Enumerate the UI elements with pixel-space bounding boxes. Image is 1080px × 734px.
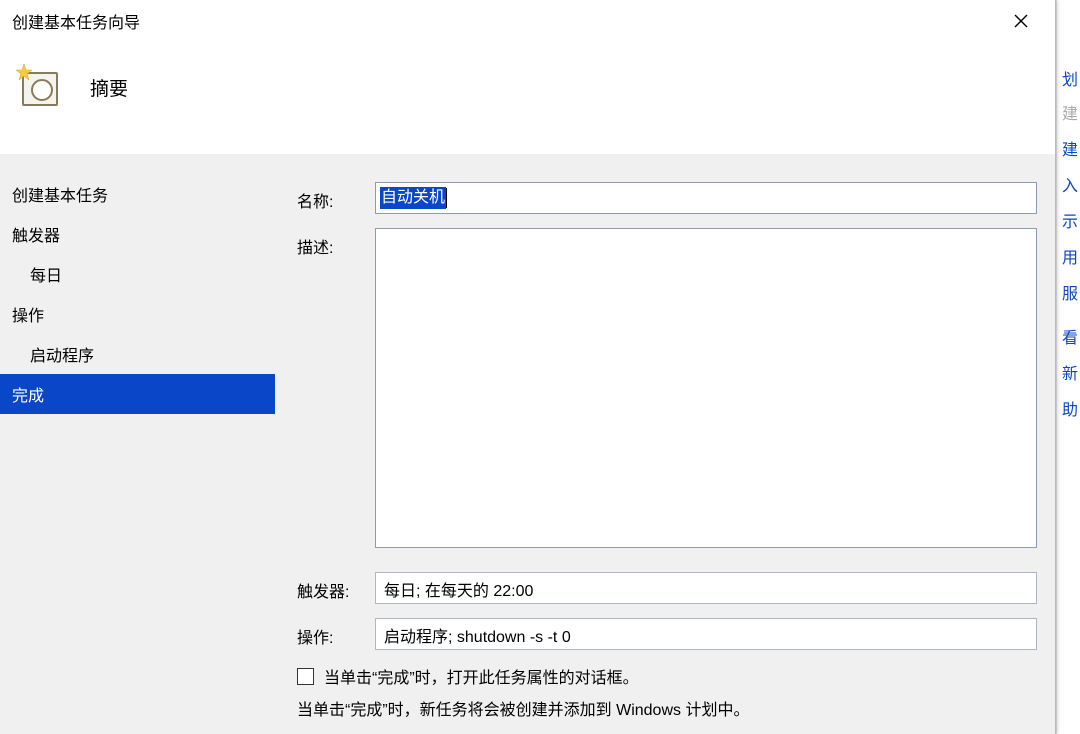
open-properties-checkbox-row: 当单击“完成”时，打开此任务属性的对话框。 (297, 664, 1037, 688)
page-title: 摘要 (90, 66, 128, 101)
window-title: 创建基本任务向导 (12, 9, 140, 33)
sidebar-step-action[interactable]: 操作 (0, 294, 275, 334)
bg-frag[interactable]: 示 (1062, 208, 1078, 232)
bg-frag[interactable]: 看 (1062, 324, 1078, 348)
content-area: 创建基本任务 触发器 每日 操作 启动程序 完成 名称: 自动关机 描述: 触发… (0, 154, 1055, 734)
bg-frag[interactable]: 用 (1062, 244, 1078, 268)
sidebar-step-finish[interactable]: 完成 (0, 374, 275, 414)
description-label: 描述: (297, 228, 375, 258)
action-value[interactable]: 启动程序; shutdown -s -t 0 (375, 618, 1037, 650)
wizard-dialog: 创建基本任务向导 摘要 创建基本任务 触发器 每日 操作 启动程序 完成 名称: (0, 0, 1056, 734)
bg-frag[interactable]: 划 (1062, 66, 1078, 90)
trigger-row: 触发器: 每日; 在每天的 22:00 (297, 572, 1037, 604)
open-properties-label: 当单击“完成”时，打开此任务属性的对话框。 (324, 664, 639, 688)
action-row: 操作: 启动程序; shutdown -s -t 0 (297, 618, 1037, 650)
description-row: 描述: (297, 228, 1037, 548)
sidebar-step-trigger[interactable]: 触发器 (0, 214, 275, 254)
close-button[interactable] (999, 5, 1043, 37)
summary-form: 名称: 自动关机 描述: 触发器: 每日; 在每天的 22:00 操作: 启动程… (275, 154, 1055, 734)
bg-frag[interactable]: 服 (1062, 280, 1078, 304)
bg-frag[interactable]: 助 (1062, 396, 1078, 420)
bg-frag: 建 (1062, 100, 1078, 124)
sidebar-step-create-task[interactable]: 创建基本任务 (0, 174, 275, 214)
name-input[interactable]: 自动关机 (375, 182, 1037, 214)
bg-frag[interactable]: 新 (1062, 360, 1078, 384)
sidebar-step-start-program[interactable]: 启动程序 (0, 334, 275, 374)
bg-frag[interactable]: 建 (1062, 136, 1078, 160)
trigger-label: 触发器: (297, 572, 375, 602)
text-caret (446, 188, 447, 208)
titlebar: 创建基本任务向导 (0, 0, 1055, 42)
trigger-value[interactable]: 每日; 在每天的 22:00 (375, 572, 1037, 604)
open-properties-checkbox[interactable] (297, 668, 314, 685)
name-label: 名称: (297, 182, 375, 212)
name-row: 名称: 自动关机 (297, 182, 1037, 214)
bg-frag[interactable]: 入 (1062, 172, 1078, 196)
background-actions-strip: 划 建 建 入 示 用 服 看 新 助 (1056, 0, 1080, 734)
wizard-header: 摘要 (0, 42, 1055, 154)
description-textarea[interactable] (375, 228, 1037, 548)
close-icon (1014, 14, 1028, 28)
task-scheduler-icon (18, 66, 60, 108)
finish-hint-text: 当单击“完成”时，新任务将会被创建并添加到 Windows 计划中。 (297, 696, 1037, 720)
name-input-value: 自动关机 (380, 187, 446, 209)
sidebar-step-daily[interactable]: 每日 (0, 254, 275, 294)
wizard-steps-sidebar: 创建基本任务 触发器 每日 操作 启动程序 完成 (0, 154, 275, 734)
action-label: 操作: (297, 618, 375, 648)
